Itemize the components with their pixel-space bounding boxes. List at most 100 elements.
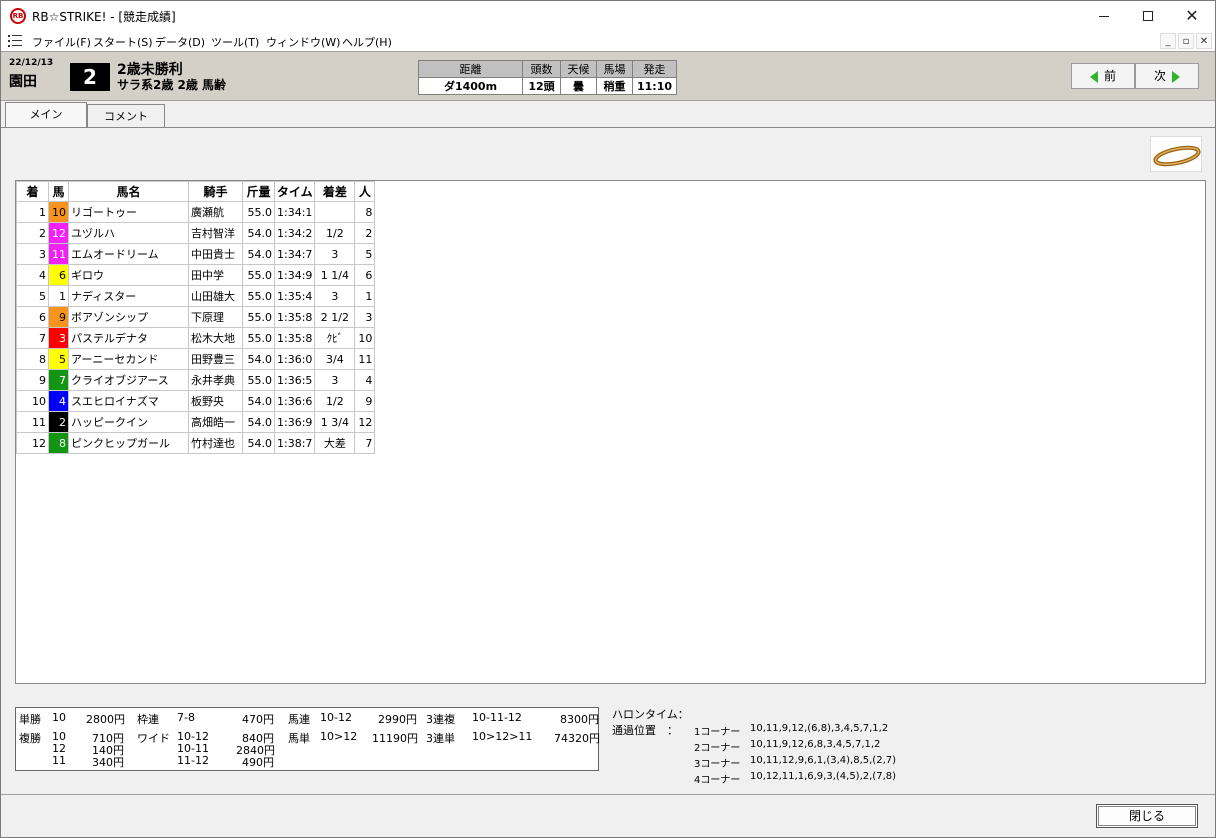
result-row[interactable]: 9 7 クライオブジアース 永井孝典 55.0 1:36:5 3 4: [16, 369, 376, 391]
result-row[interactable]: 11 2 ハッピークイン 高畑皓一 54.0 1:36:9 1 3/4 12: [16, 411, 376, 433]
finish-margin: 3/4: [314, 348, 356, 370]
prev-race-button[interactable]: 前: [1071, 63, 1135, 89]
menu-tools[interactable]: ツール(T): [211, 34, 259, 50]
result-row[interactable]: 8 5 アーニーセカンド 田野豊三 54.0 1:36:0 3/4 11: [16, 348, 376, 370]
tab-main[interactable]: メイン: [5, 102, 87, 128]
finish-time: 1:34:9: [273, 264, 316, 286]
finish-margin: 1/2: [314, 390, 356, 412]
condition-label: 頭数: [522, 60, 561, 78]
popularity: 2: [354, 222, 376, 244]
payout-trifecta-amount: 74320円: [554, 732, 600, 745]
menu-data[interactable]: データ(D): [155, 34, 205, 50]
finish-time: 1:36:6: [273, 390, 316, 412]
carried-weight: 54.0: [242, 243, 275, 265]
result-row[interactable]: 7 3 パステルデナタ 松木大地 55.0 1:35:8 ｸﾋﾞ 10: [16, 327, 376, 349]
col-rank[interactable]: 着: [16, 181, 49, 202]
finish-time: 1:35:8: [273, 306, 316, 328]
menu-file[interactable]: ファイル(F): [32, 34, 91, 50]
lap-info-panel: ハロンタイム： 通過位置 ： 1コーナー 10,11,9,12,(6,8),3,…: [612, 705, 1212, 789]
menu-window[interactable]: ウィンドウ(W): [266, 34, 340, 50]
col-time[interactable]: タイム: [273, 181, 316, 202]
result-row[interactable]: 1 10 リゴートゥー 廣瀬航 55.0 1:34:1 8: [16, 201, 376, 223]
col-popularity[interactable]: 人: [354, 181, 376, 202]
title-bar: RB RB☆STRIKE! - [競走成績] ✕: [1, 1, 1215, 31]
horse-name: ハッピークイン: [68, 411, 189, 433]
finish-time: 1:34:2: [273, 222, 316, 244]
condition-label: 発走: [631, 60, 678, 78]
result-row[interactable]: 10 4 スエヒロイナズマ 板野央 54.0 1:36:6 1/2 9: [16, 390, 376, 412]
finish-time: 1:36:5: [273, 369, 316, 391]
popularity: 7: [354, 432, 376, 454]
popularity: 1: [354, 285, 376, 307]
next-label: 次: [1153, 69, 1166, 83]
result-row[interactable]: 12 8 ピンクヒップガール 竹村達也 54.0 1:38:7 大差 7: [16, 432, 376, 454]
payout-place-amount: 340円: [92, 756, 124, 769]
finish-position: 10: [16, 390, 49, 412]
menu-start[interactable]: スタート(S): [93, 34, 153, 50]
jockey-name: 竹村達也: [188, 432, 243, 454]
horse-name: スエヒロイナズマ: [68, 390, 189, 412]
corner-order: 10,11,12,9,6,1,(3,4),8,5,(2,7): [750, 755, 897, 766]
popularity: 5: [354, 243, 376, 265]
race-header: 22/12/13 園田 2 2歳未勝利 サラ系2歳 2歳 馬齢 距離 頭数 天候…: [1, 51, 1215, 101]
furlong-time-label: ハロンタイム：: [612, 708, 689, 721]
finish-margin: 2 1/2: [314, 306, 356, 328]
horse-name: ピンクヒップガール: [68, 432, 189, 454]
horse-name: ナディスター: [68, 285, 189, 307]
col-jockey[interactable]: 騎手: [188, 181, 243, 202]
finish-margin: 1/2: [314, 222, 356, 244]
carried-weight: 54.0: [242, 348, 275, 370]
minimize-icon: [1099, 15, 1109, 17]
payout-trio-number: 10-11-12: [472, 711, 522, 724]
mdi-minimize-button[interactable]: _: [1160, 33, 1176, 49]
close-window-button[interactable]: ✕: [1169, 1, 1215, 31]
payout-label-wide: ワイド: [137, 732, 170, 745]
menu-help[interactable]: ヘルプ(H): [342, 34, 392, 50]
app-logo-icon: RB: [10, 8, 26, 24]
col-weight[interactable]: 斤量: [242, 181, 275, 202]
horse-name: ギロウ: [68, 264, 189, 286]
mdi-close-button[interactable]: ✕: [1196, 33, 1212, 49]
finish-position: 2: [16, 222, 49, 244]
horse-number: 9: [48, 306, 69, 328]
horse-number: 5: [48, 348, 69, 370]
popularity: 11: [354, 348, 376, 370]
col-margin[interactable]: 着差: [314, 181, 356, 202]
menu-list-icon[interactable]: [8, 34, 22, 48]
col-horse-number[interactable]: 馬: [48, 181, 69, 202]
arrow-right-icon: [1172, 70, 1180, 83]
horse-number: 12: [48, 222, 69, 244]
carried-weight: 55.0: [242, 369, 275, 391]
col-horse-name[interactable]: 馬名: [68, 181, 189, 202]
track-course-icon[interactable]: [1150, 136, 1202, 172]
condition-distance: ダ1400m: [418, 77, 523, 95]
finish-margin: 1 1/4: [314, 264, 356, 286]
horse-number: 10: [48, 201, 69, 223]
maximize-icon: [1143, 11, 1153, 21]
payout-wide-amount: 490円: [242, 756, 274, 769]
horse-number: 11: [48, 243, 69, 265]
close-button[interactable]: 閉じる: [1096, 804, 1198, 828]
next-race-button[interactable]: 次: [1135, 63, 1199, 89]
result-row[interactable]: 6 9 ボアゾンシップ 下原理 55.0 1:35:8 2 1/2 3: [16, 306, 376, 328]
horse-name: パステルデナタ: [68, 327, 189, 349]
result-row[interactable]: 3 11 エムオードリーム 中田貴士 54.0 1:34:7 3 5: [16, 243, 376, 265]
finish-position: 6: [16, 306, 49, 328]
race-venue: 園田: [9, 74, 37, 90]
mdi-restore-button[interactable]: ▫: [1178, 33, 1194, 49]
maximize-button[interactable]: [1125, 1, 1171, 31]
horse-number: 4: [48, 390, 69, 412]
payout-label-exacta: 馬単: [288, 732, 310, 745]
corner-label: 4コーナー: [694, 775, 741, 786]
minimize-button[interactable]: [1081, 1, 1127, 31]
finish-position: 7: [16, 327, 49, 349]
result-row[interactable]: 4 6 ギロウ 田中学 55.0 1:34:9 1 1/4 6: [16, 264, 376, 286]
corner-label: 3コーナー: [694, 759, 741, 770]
finish-time: 1:34:1: [273, 201, 316, 223]
payout-label-bracket: 枠連: [137, 713, 159, 726]
tab-comment[interactable]: コメント: [87, 104, 165, 128]
result-row[interactable]: 2 12 ユヅルハ 吉村智洋 54.0 1:34:2 1/2 2: [16, 222, 376, 244]
race-number: 2: [70, 63, 110, 91]
finish-margin: ｸﾋﾞ: [314, 327, 356, 349]
result-row[interactable]: 5 1 ナディスター 山田雄大 55.0 1:35:4 3 1: [16, 285, 376, 307]
